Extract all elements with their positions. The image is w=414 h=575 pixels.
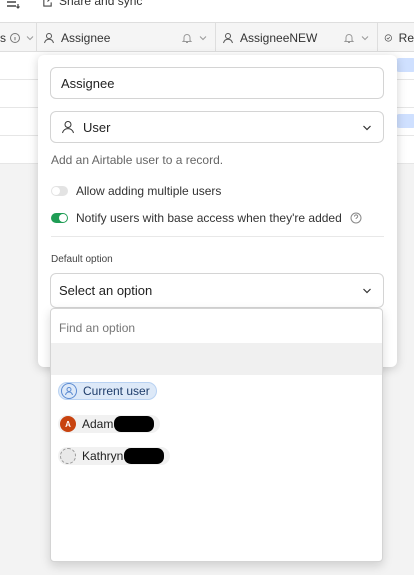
column-header-previous[interactable]: s (0, 23, 37, 52)
column-header-assignee[interactable]: Assignee (37, 23, 216, 52)
notify-users-row: Notify users with base access when they'… (51, 211, 362, 225)
option-user-adam[interactable]: A Adam (58, 415, 161, 433)
placeholder-avatar-icon (60, 448, 76, 464)
check-circle-icon (384, 33, 392, 42)
bell-icon (343, 33, 355, 43)
user-icon (62, 121, 74, 134)
option-user-kathryn[interactable]: Kathryn (58, 447, 171, 465)
redaction-mark (114, 416, 155, 432)
field-name-input[interactable]: Assignee (50, 67, 384, 99)
notify-users-label: Notify users with base access when they'… (76, 211, 342, 225)
chevron-down-icon (361, 35, 369, 40)
column-header-label: s (0, 30, 6, 45)
option-current-user[interactable]: Current user (58, 382, 157, 400)
option-label: Adam (82, 417, 114, 431)
redaction-mark (124, 448, 165, 464)
top-toolbar: Share and sync (0, 0, 414, 22)
user-field-icon (44, 32, 54, 43)
divider (51, 236, 384, 237)
user-field-icon (223, 32, 233, 43)
allow-multiple-users-row: Allow adding multiple users (51, 184, 221, 198)
current-user-icon (61, 383, 77, 399)
default-option-label: Default option (51, 254, 113, 265)
option-label: Kathryn (82, 449, 124, 463)
find-option-input[interactable]: Find an option (59, 321, 135, 335)
chevron-down-icon (363, 125, 371, 131)
allow-multiple-users-label: Allow adding multiple users (76, 184, 222, 198)
column-header-assigneenew[interactable]: AssigneeNEW (216, 23, 378, 52)
user-pill: A Adam (58, 415, 161, 433)
grid-header: s Assignee AssigneeNEW Re (0, 22, 414, 52)
column-header-label: Assignee (61, 30, 111, 45)
field-type-select[interactable]: User (50, 111, 384, 143)
field-description: Add an Airtable user to a record. (51, 153, 224, 167)
column-header-next[interactable]: Re (378, 23, 414, 52)
avatar: A (60, 416, 76, 432)
share-and-sync-label: Share and sync (59, 0, 143, 8)
user-chip (396, 114, 414, 128)
bell-icon (181, 33, 193, 43)
share-and-sync-button[interactable]: Share and sync (42, 0, 142, 8)
select-placeholder: Select an option (59, 283, 153, 298)
list-menu-icon[interactable] (6, 0, 20, 9)
share-icon (43, 0, 52, 7)
empty-option-row[interactable] (51, 343, 382, 375)
option-label: Current user (83, 384, 150, 398)
option-dropdown: Find an option Current user A Adam Kathr… (50, 308, 383, 562)
chevron-down-icon (26, 35, 34, 40)
notify-users-toggle[interactable] (51, 213, 68, 223)
column-header-label: AssigneeNEW (240, 30, 318, 45)
default-option-select[interactable]: Select an option (50, 273, 384, 308)
user-chip (396, 58, 414, 72)
column-header-label: Re (398, 30, 414, 45)
help-icon[interactable] (350, 212, 362, 224)
user-pill: Kathryn (58, 447, 171, 465)
field-type-label: User (83, 119, 111, 135)
allow-multiple-users-toggle[interactable] (51, 186, 68, 196)
info-icon (10, 32, 20, 43)
chevron-down-icon (199, 35, 207, 40)
current-user-pill: Current user (58, 382, 157, 400)
chevron-down-icon (363, 288, 371, 294)
